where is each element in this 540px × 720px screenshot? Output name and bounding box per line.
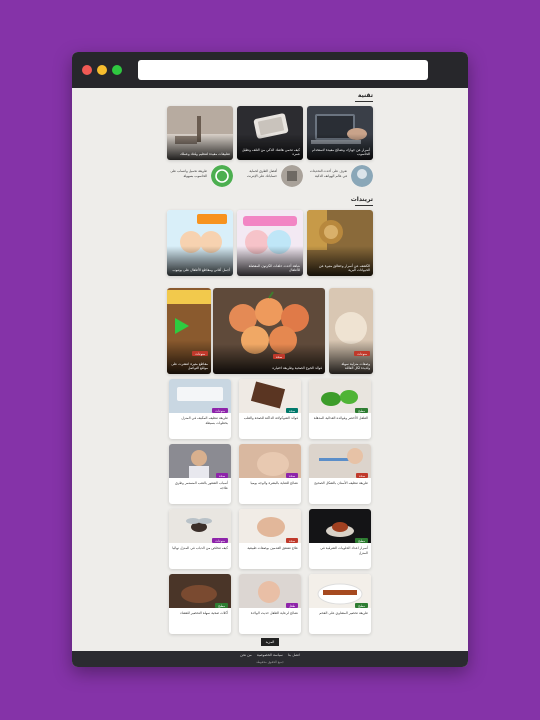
- article-card[interactable]: صحة أسباب الشعور بالتعب المستمر وطرق علا…: [169, 444, 231, 504]
- article-card[interactable]: منوعات كيف تتخلص من الذباب في المنزل نها…: [169, 509, 231, 569]
- tech-card[interactable]: تطبيقات مفيدة لتنظيم وقتك وعملك: [167, 106, 233, 160]
- article-card[interactable]: مطبخ أكلات صحية سهلة التحضير للعشاء: [169, 574, 231, 634]
- article-title: طريقة تنظيف الأسنان بالشكل الصحيح: [314, 481, 368, 485]
- tech-card-title: تطبيقات مفيدة لتنظيم وقتك وعملك: [179, 152, 230, 157]
- category-badge: مطبخ: [355, 538, 368, 543]
- tech-mini-thumb: [281, 165, 303, 187]
- article-card[interactable]: صحة فوائد الشوكولاتة الداكنة للصحة والقل…: [239, 379, 301, 439]
- tech-mini-item[interactable]: أفضل الطرق لحماية حساباتك على الإنترنت: [237, 165, 303, 189]
- featured-card-title: وصفات منزلية سهلة ولذيذة لكل العائلة: [341, 361, 370, 371]
- featured-card-title: مقاطع مثيرة انتشرت على مواقع التواصل: [171, 361, 208, 371]
- category-badge: صحة: [285, 473, 298, 478]
- tech-mini-item[interactable]: تعرف على أحدث التحديثات في عالم الهواتف …: [307, 165, 373, 189]
- browser-titlebar: [72, 52, 468, 88]
- address-bar[interactable]: [138, 60, 428, 80]
- article-title: الفلفل الأخضر وفوائده الغذائية المذهلة: [313, 416, 368, 420]
- category-badge: منوعات: [192, 351, 208, 356]
- trend-card-title: أجمل أغاني ومقاطع الأطفال على يوتيوب: [172, 268, 230, 273]
- tech-mini-title: تعرف على أحدث التحديثات في عالم الهواتف …: [309, 169, 347, 178]
- trend-card-title: الكشف عن أسرار وحقائق مثيرة عن الحيوانات…: [319, 263, 370, 273]
- tech-mini-title: طريقة تحميل واتساب على الحاسوب بسهولة: [170, 169, 207, 178]
- tech-mini-item[interactable]: طريقة تحميل واتساب على الحاسوب بسهولة: [167, 165, 233, 189]
- category-badge: منوعات: [212, 408, 228, 413]
- section-title-underline: [355, 101, 373, 102]
- trend-card[interactable]: أجمل أغاني ومقاطع الأطفال على يوتيوب: [167, 210, 233, 276]
- featured-card[interactable]: صحة فوائد الخوخ الصحية وطريقة اختياره: [213, 288, 325, 374]
- article-card[interactable]: طفل نصائح لرعاية الطفل حديث الولادة: [239, 574, 301, 634]
- footer-link[interactable]: سياسة الخصوصية: [257, 653, 283, 657]
- article-card[interactable]: صحة نصائح للعناية بالبشرة والوجه يوميا: [239, 444, 301, 504]
- site-footer: اتصل بنا سياسة الخصوصية من نحن جميع الحق…: [72, 651, 468, 667]
- category-badge: منوعات: [212, 538, 228, 543]
- article-title: نصائح لرعاية الطفل حديث الولادة: [250, 611, 298, 615]
- trend-card-title: شاهد أحدث حلقات الكرتون المفضلة للأطفال: [248, 263, 300, 273]
- category-badge: مطبخ: [355, 408, 368, 413]
- category-badge: مطبخ: [215, 603, 228, 608]
- tech-card[interactable]: كيف تحمي هاتفك الذكي من التلف وتطيل عمره: [237, 106, 303, 160]
- category-badge: صحة: [285, 538, 298, 543]
- trend-card[interactable]: شاهد أحدث حلقات الكرتون المفضلة للأطفال: [237, 210, 303, 276]
- section-title-underline: [355, 205, 373, 206]
- tech-card-title: أسرار عن جهازك ونصائح مفيدة لاستخدام الح…: [312, 147, 370, 157]
- category-badge: صحة: [355, 473, 368, 478]
- tech-card[interactable]: أسرار عن جهازك ونصائح مفيدة لاستخدام الح…: [307, 106, 373, 160]
- article-title: طريقة تحضير المشاوي على الفحم: [319, 611, 368, 615]
- trend-card[interactable]: الكشف عن أسرار وحقائق مثيرة عن الحيوانات…: [307, 210, 373, 276]
- load-more-button[interactable]: المزيد: [261, 638, 279, 646]
- article-card[interactable]: مطبخ أسرار اعداد الحلويات الشرقية في الم…: [309, 509, 371, 569]
- category-badge: طفل: [285, 603, 298, 608]
- tech-card-title: كيف تحمي هاتفك الذكي من التلف وتطيل عمره: [241, 147, 300, 157]
- article-title: أسرار اعداد الحلويات الشرقية في المنزل: [320, 546, 368, 555]
- copyright-text: جميع الحقوق محفوظة: [256, 660, 284, 664]
- footer-link[interactable]: من نحن: [240, 653, 252, 657]
- category-badge: صحة: [215, 473, 228, 478]
- article-card[interactable]: صحة طريقة تنظيف الأسنان بالشكل الصحيح: [309, 444, 371, 504]
- article-title: علاج تشقق القدمين بوصفات طبيعية: [247, 546, 298, 550]
- footer-links: اتصل بنا سياسة الخصوصية من نحن: [72, 653, 468, 657]
- close-window-button[interactable]: [82, 65, 92, 75]
- maximize-window-button[interactable]: [112, 65, 122, 75]
- featured-card-title: فوائد الخوخ الصحية وطريقة اختياره: [272, 366, 322, 371]
- category-badge: مطبخ: [355, 603, 368, 608]
- article-title: فوائد الشوكولاتة الداكنة للصحة والقلب: [243, 416, 298, 420]
- category-badge: صحة: [272, 354, 285, 359]
- tech-mini-thumb: [351, 165, 373, 187]
- section-title-trends: تريندات: [350, 196, 373, 203]
- browser-window: تقنية أسرار عن جهازك ونصائح مفيدة لاستخد…: [72, 52, 468, 667]
- article-title: أسباب الشعور بالتعب المستمر وطرق علاجه: [174, 481, 228, 490]
- whatsapp-icon: [211, 165, 233, 187]
- article-card[interactable]: منوعات طريقة تنظيف المكيف في المنزل بخطو…: [169, 379, 231, 439]
- article-title: نصائح للعناية بالبشرة والوجه يوميا: [250, 481, 298, 485]
- article-title: أكلات صحية سهلة التحضير للعشاء: [180, 611, 228, 615]
- article-title: طريقة تنظيف المكيف في المنزل بخطوات بسيط…: [181, 416, 228, 425]
- article-card[interactable]: مطبخ طريقة تحضير المشاوي على الفحم: [309, 574, 371, 634]
- article-card[interactable]: صحة علاج تشقق القدمين بوصفات طبيعية: [239, 509, 301, 569]
- tech-mini-title: أفضل الطرق لحماية حساباتك على الإنترنت: [246, 169, 277, 178]
- page-content: تقنية أسرار عن جهازك ونصائح مفيدة لاستخد…: [72, 88, 468, 651]
- category-badge: صحة: [285, 408, 298, 413]
- featured-card[interactable]: منوعات مقاطع مثيرة انتشرت على مواقع التو…: [167, 288, 211, 374]
- minimize-window-button[interactable]: [97, 65, 107, 75]
- featured-card[interactable]: منوعات وصفات منزلية سهلة ولذيذة لكل العا…: [329, 288, 373, 374]
- category-badge: منوعات: [354, 351, 370, 356]
- article-card[interactable]: مطبخ الفلفل الأخضر وفوائده الغذائية المذ…: [309, 379, 371, 439]
- article-title: كيف تتخلص من الذباب في المنزل نهائيا: [172, 546, 228, 550]
- section-title-tech: تقنية: [357, 92, 373, 99]
- footer-link[interactable]: اتصل بنا: [288, 653, 300, 657]
